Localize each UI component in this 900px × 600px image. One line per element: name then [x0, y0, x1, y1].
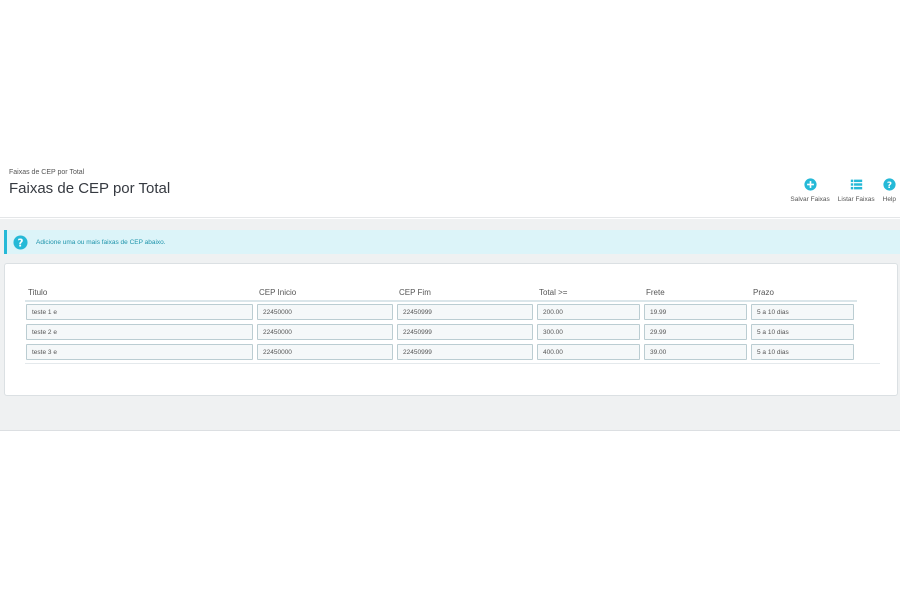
cep-inicio-input[interactable]: 22450000 — [257, 324, 393, 340]
column-header-titulo: Titulo — [28, 288, 48, 297]
breadcrumb[interactable]: Faixas de CEP por Total — [9, 169, 84, 176]
titulo-input[interactable]: teste 3 e — [26, 344, 253, 360]
faixas-table: Titulo CEP Inicio CEP Fim Total >= Frete… — [25, 284, 857, 362]
faixas-panel: Titulo CEP Inicio CEP Fim Total >= Frete… — [4, 263, 898, 396]
table-row: teste 2 e 22450000 22450999 300.00 29.99… — [25, 322, 857, 342]
svg-text:?: ? — [18, 237, 24, 249]
listar-faixas-button[interactable]: Listar Faixas — [838, 178, 875, 203]
svg-text:?: ? — [887, 181, 892, 191]
page-header: Faixas de CEP por Total Faixas de CEP po… — [0, 160, 900, 218]
table-row: teste 3 e 22450000 22450999 400.00 39.00… — [25, 342, 857, 362]
help-circle-icon: ? — [13, 234, 28, 250]
prazo-input[interactable]: 5 a 10 dias — [751, 344, 854, 360]
toolbar: Salvar Faixas Listar Faixas ? Help — [782, 178, 896, 203]
cep-inicio-input[interactable]: 22450000 — [257, 344, 393, 360]
frete-input[interactable]: 19.99 — [644, 304, 747, 320]
listar-faixas-label: Listar Faixas — [837, 196, 875, 203]
table-header: Titulo CEP Inicio CEP Fim Total >= Frete… — [25, 284, 857, 302]
info-alert: ? Adicione uma ou mais faixas de CEP aba… — [4, 230, 900, 254]
list-icon — [850, 179, 862, 190]
column-header-total: Total >= — [539, 288, 568, 297]
frete-input[interactable]: 39.00 — [644, 344, 747, 360]
frete-input[interactable]: 29.99 — [644, 324, 747, 340]
page-title: Faixas de CEP por Total — [9, 180, 171, 197]
cep-fim-input[interactable]: 22450999 — [397, 344, 533, 360]
column-header-cep-fim: CEP Fim — [399, 288, 431, 297]
cep-inicio-input[interactable]: 22450000 — [257, 304, 393, 320]
prazo-input[interactable]: 5 a 10 dias — [751, 304, 854, 320]
alert-text: Adicione uma ou mais faixas de CEP abaix… — [36, 238, 166, 246]
column-header-frete: Frete — [646, 288, 665, 297]
total-input[interactable]: 400.00 — [537, 344, 640, 360]
table-divider — [25, 363, 880, 364]
total-input[interactable]: 200.00 — [537, 304, 640, 320]
salvar-faixas-button[interactable]: Salvar Faixas — [790, 178, 830, 203]
cep-fim-input[interactable]: 22450999 — [397, 304, 533, 320]
help-button[interactable]: ? Help — [883, 178, 896, 203]
column-header-prazo: Prazo — [753, 288, 774, 297]
salvar-faixas-label: Salvar Faixas — [790, 196, 830, 203]
titulo-input[interactable]: teste 1 e — [26, 304, 253, 320]
column-header-cep-inicio: CEP Inicio — [259, 288, 297, 297]
help-circle-icon: ? — [883, 178, 896, 191]
cep-fim-input[interactable]: 22450999 — [397, 324, 533, 340]
total-input[interactable]: 300.00 — [537, 324, 640, 340]
titulo-input[interactable]: teste 2 e — [26, 324, 253, 340]
plus-circle-icon — [803, 178, 817, 191]
prazo-input[interactable]: 5 a 10 dias — [751, 324, 854, 340]
content-area: ? Adicione uma ou mais faixas de CEP aba… — [0, 219, 900, 431]
table-row: teste 1 e 22450000 22450999 200.00 19.99… — [25, 302, 857, 322]
help-label: Help — [882, 196, 896, 203]
